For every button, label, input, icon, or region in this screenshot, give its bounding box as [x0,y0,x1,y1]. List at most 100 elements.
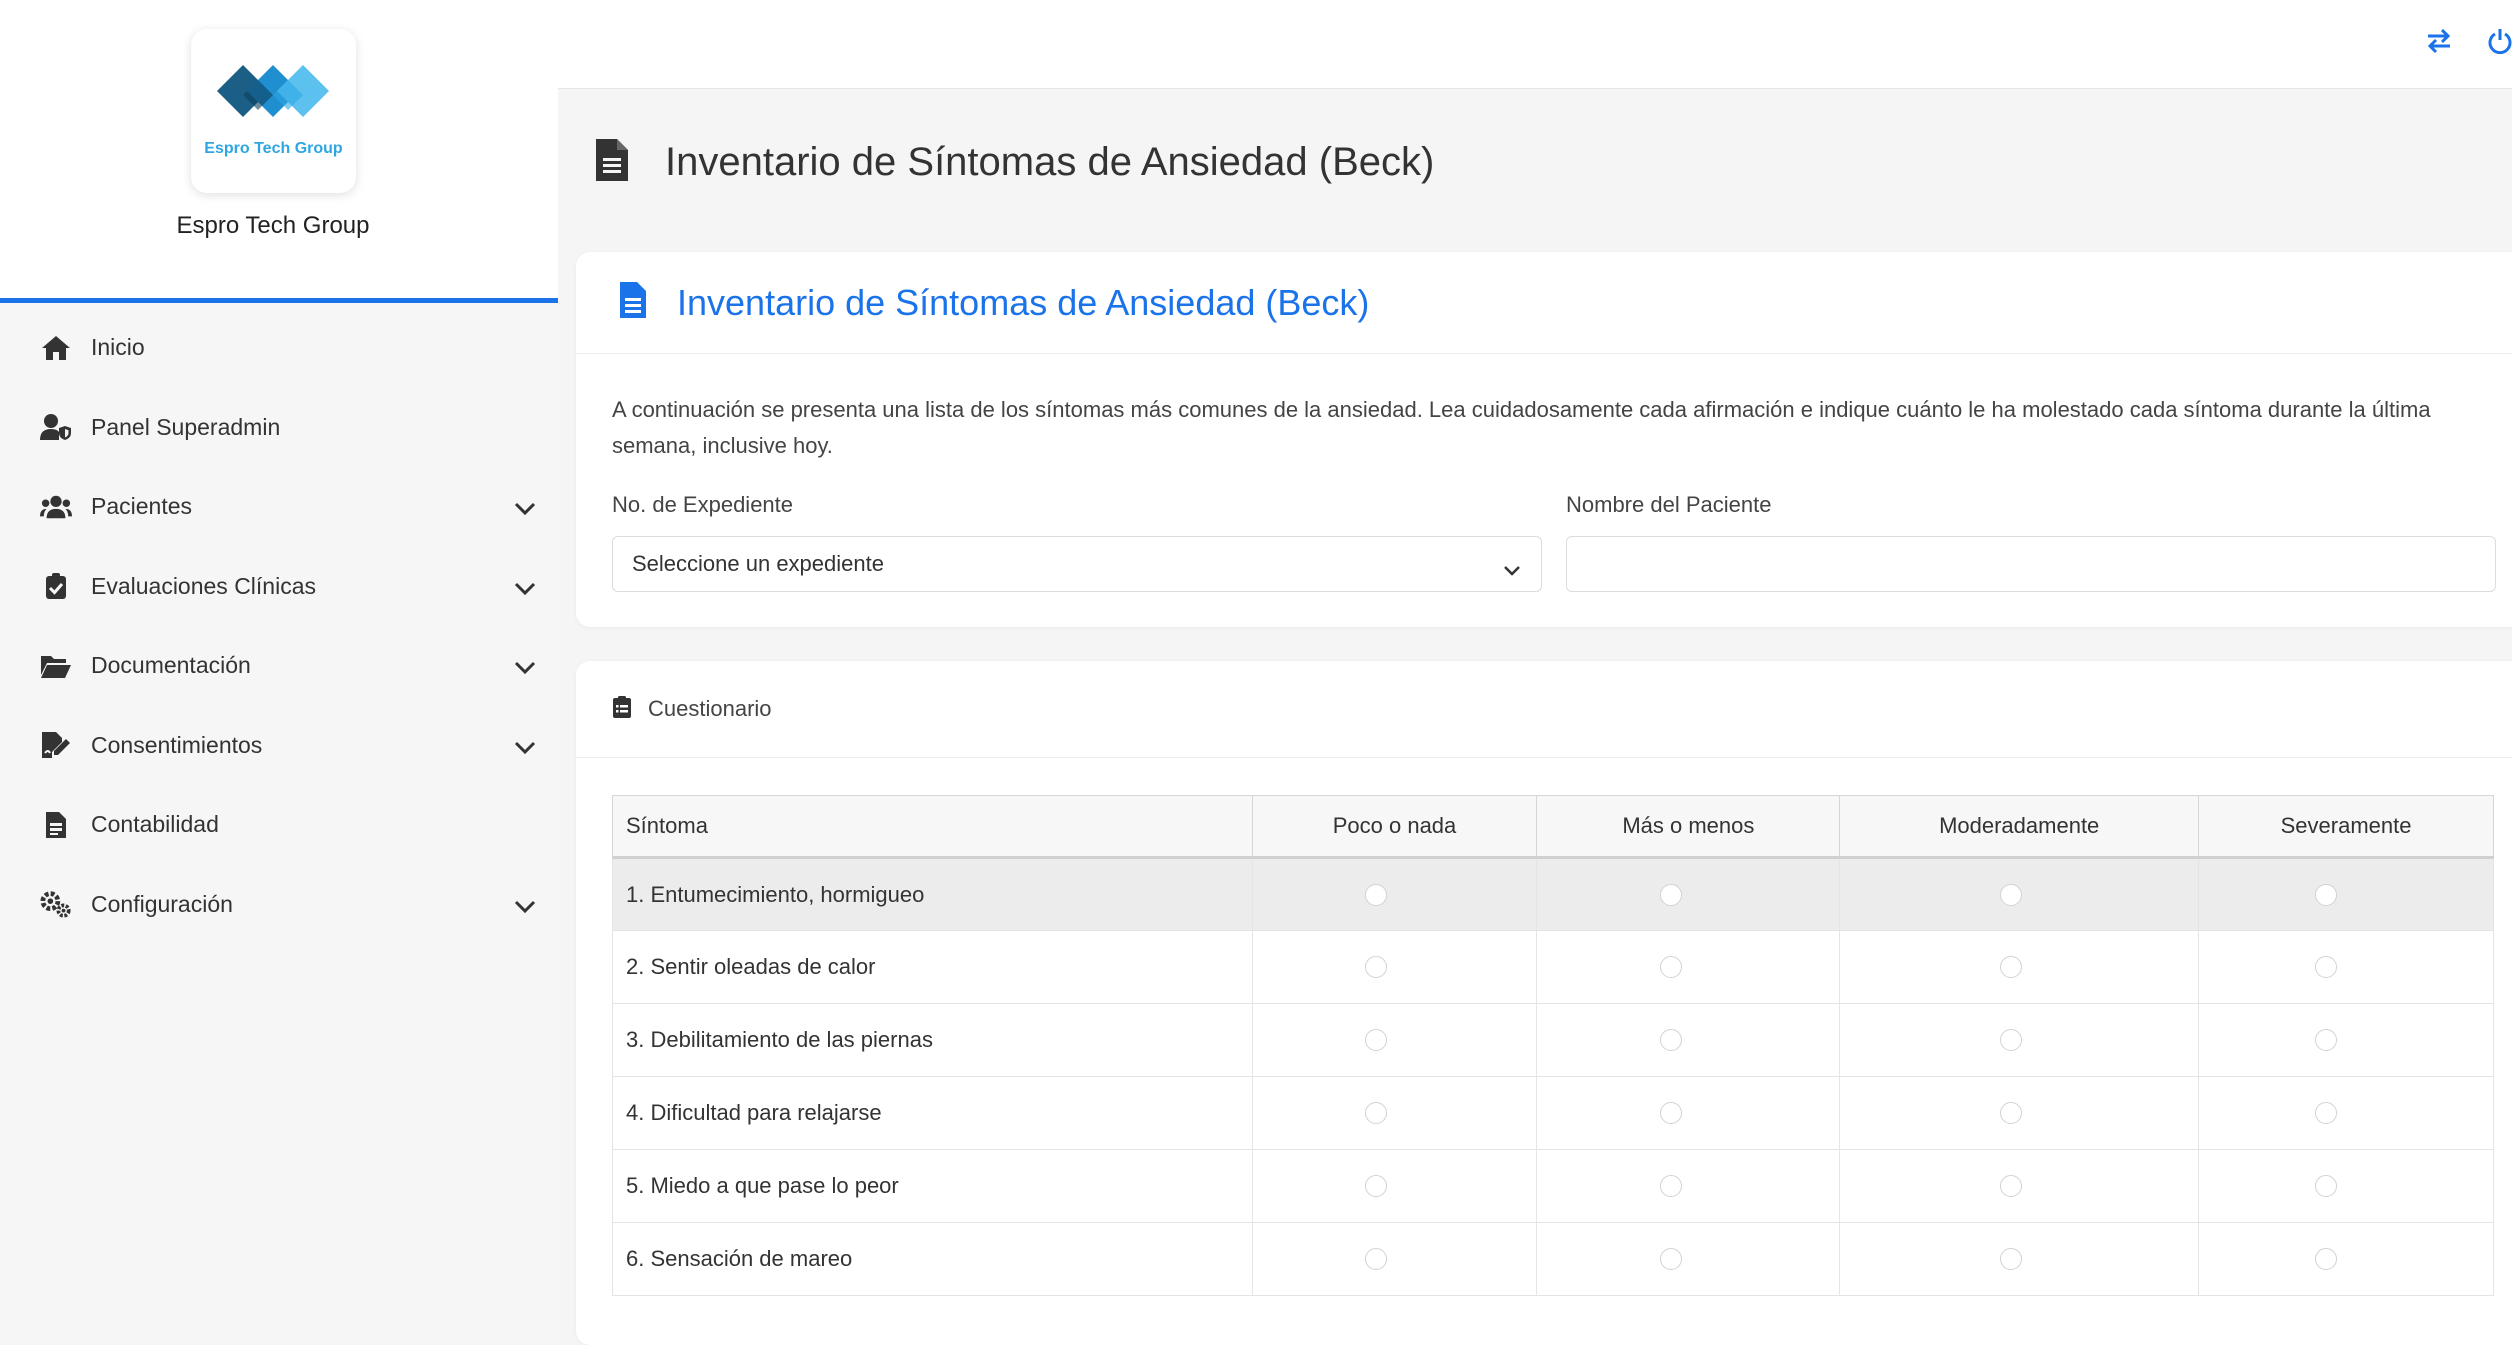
expediente-select-value: Seleccione un expediente [632,551,884,576]
radio-mas-o-menos[interactable] [1660,1102,1683,1124]
topbar [558,0,2512,89]
clipboard-check-icon [40,570,72,602]
column-header-poco: Poco o nada [1251,795,1538,859]
column-header-sintoma: Síntoma [612,795,1253,859]
page-title: Inventario de Síntomas de Ansiedad (Beck… [665,139,1435,184]
radio-moderadamente[interactable] [2000,1248,2023,1270]
table-row: 1. Entumecimiento, hormigueo [612,857,2494,931]
radio-moderadamente[interactable] [2000,1029,2023,1051]
chevron-down-icon [1503,557,1521,583]
sidebar-item-documentacion[interactable]: Documentación [0,626,558,706]
radio-poco-o-nada[interactable] [1364,1175,1387,1197]
sidebar-item-pacientes[interactable]: Pacientes [0,467,558,547]
radio-severamente[interactable] [2315,1175,2338,1197]
chevron-down-icon [514,654,536,681]
chevron-down-icon [514,734,536,761]
chevron-down-icon [514,893,536,920]
table-row: 6. Sensación de mareo [612,1222,2494,1296]
symptom-label: 6. Sensación de mareo [612,1222,1253,1296]
radio-severamente[interactable] [2315,956,2338,978]
form-description: A continuación se presenta una lista de … [612,397,2431,458]
questionnaire-header: Cuestionario [576,661,2512,758]
sidebar-item-label: Inicio [91,334,145,361]
radio-poco-o-nada[interactable] [1364,956,1387,978]
column-header-moderadamente: Moderadamente [1839,795,2200,859]
table-header-row: Síntoma Poco o nada Más o menos Moderada… [612,795,2494,859]
sidebar-item-panel-superadmin[interactable]: Panel Superadmin [0,388,558,468]
file-alt-icon [595,138,629,187]
expediente-label: No. de Expediente [612,492,794,517]
logo-text: Espro Tech Group [204,140,343,157]
radio-severamente[interactable] [2315,883,2338,906]
chevron-down-icon [514,575,536,602]
sidebar-item-contabilidad[interactable]: Contabilidad [0,785,558,865]
symptom-label: 1. Entumecimiento, hormigueo [612,857,1253,931]
form-card: Inventario de Síntomas de Ansiedad (Beck… [576,252,2512,627]
sidebar-nav: Inicio Panel Superadmin Pacientes Evalua… [0,308,558,944]
sidebar-item-label: Contabilidad [91,811,219,838]
logo[interactable]: Espro Tech Group [191,29,356,193]
table-row: 4. Dificultad para relajarse [612,1076,2494,1150]
page-header: Inventario de Síntomas de Ansiedad (Beck… [595,134,1434,190]
sidebar-item-label: Consentimientos [91,731,263,758]
home-icon [40,332,72,364]
column-header-mas-o-menos: Más o menos [1536,795,1841,859]
table-row: 5. Miedo a que pase lo peor [612,1149,2494,1223]
user-shield-icon [40,411,72,443]
sidebar-item-label: Configuración [91,890,233,917]
sidebar-item-label: Panel Superadmin [91,413,281,440]
paciente-label: Nombre del Paciente [1566,492,1772,517]
chevron-down-icon [514,495,536,522]
radio-poco-o-nada[interactable] [1364,1248,1387,1270]
radio-severamente[interactable] [2315,1248,2338,1270]
users-icon [40,491,72,523]
radio-mas-o-menos[interactable] [1660,1029,1683,1051]
radio-mas-o-menos[interactable] [1660,883,1683,906]
expediente-select[interactable]: Seleccione un expediente [612,536,1542,592]
radio-severamente[interactable] [2315,1102,2338,1124]
radio-mas-o-menos[interactable] [1660,956,1683,978]
radio-mas-o-menos[interactable] [1660,1248,1683,1270]
sidebar-item-inicio[interactable]: Inicio [0,308,558,388]
power-icon[interactable] [2488,26,2512,61]
form-card-header: Inventario de Síntomas de Ansiedad (Beck… [576,252,2512,354]
clipboard-list-icon [612,695,632,724]
exchange-icon[interactable] [2426,26,2452,61]
radio-poco-o-nada[interactable] [1364,883,1387,906]
questionnaire-table: Síntoma Poco o nada Más o menos Moderada… [612,795,2494,1296]
logo-mark-icon [217,65,329,117]
radio-moderadamente[interactable] [2000,883,2023,906]
sidebar-item-configuracion[interactable]: Configuración [0,865,558,945]
form-card-title: Inventario de Síntomas de Ansiedad (Beck… [677,281,1370,323]
column-header-severamente: Severamente [2198,795,2494,859]
sidebar: Espro Tech Group Espro Tech Group Inicio… [0,0,558,1345]
brand-divider [0,298,558,303]
questionnaire-card: Cuestionario Síntoma Poco o nada Más o m… [576,661,2512,1345]
radio-poco-o-nada[interactable] [1364,1102,1387,1124]
paciente-name-input[interactable] [1566,536,2496,592]
brand-area: Espro Tech Group Espro Tech Group [0,0,558,303]
radio-poco-o-nada[interactable] [1364,1029,1387,1051]
sidebar-item-label: Pacientes [91,493,193,520]
sidebar-item-label: Documentación [91,652,251,679]
radio-severamente[interactable] [2315,1029,2338,1051]
questionnaire-title: Cuestionario [648,696,772,721]
sidebar-item-label: Evaluaciones Clínicas [91,572,317,599]
sidebar-item-consentimientos[interactable]: Consentimientos [0,706,558,786]
symptom-label: 2. Sentir oleadas de calor [612,930,1253,1004]
cogs-icon [40,888,72,920]
radio-moderadamente[interactable] [2000,1175,2023,1197]
sidebar-item-evaluaciones-clinicas[interactable]: Evaluaciones Clínicas [0,547,558,627]
radio-moderadamente[interactable] [2000,1102,2023,1124]
symptom-label: 5. Miedo a que pase lo peor [612,1149,1253,1223]
symptom-label: 3. Debilitamiento de las piernas [612,1003,1253,1077]
table-row: 3. Debilitamiento de las piernas [612,1003,2494,1077]
brand-name: Espro Tech Group [176,212,370,239]
file-signature-icon [40,729,72,761]
folder-open-icon [40,650,72,682]
symptom-label: 4. Dificultad para relajarse [612,1076,1253,1150]
file-invoice-icon [40,809,72,841]
file-alt-icon [619,281,647,324]
radio-moderadamente[interactable] [2000,956,2023,978]
radio-mas-o-menos[interactable] [1660,1175,1683,1197]
